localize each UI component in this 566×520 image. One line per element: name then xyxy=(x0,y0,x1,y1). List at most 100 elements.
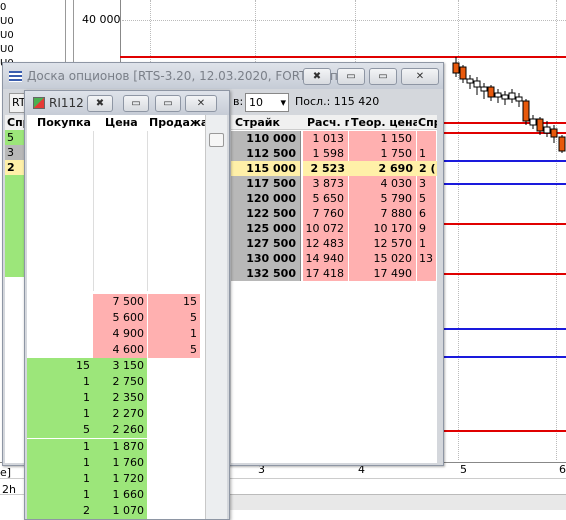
col-calc[interactable]: Расч. п xyxy=(303,115,349,130)
bid-volume: 5 xyxy=(27,422,93,439)
scrollbar-thumb[interactable] xyxy=(209,133,224,147)
strike-cell: 132 500 xyxy=(231,266,301,281)
spread-fill xyxy=(5,175,25,277)
bid-price: 1 070 xyxy=(93,503,147,519)
ticker-item[interactable]: U0 xyxy=(0,16,14,27)
order-book-window[interactable]: RI112 ✖ ▭ ▭ ✕ Покупка Цена Продажа 7 500… xyxy=(24,90,230,520)
ticker-item[interactable]: U0 xyxy=(0,44,14,55)
maximize-button[interactable]: ▭ xyxy=(155,95,181,112)
bid-row[interactable]: 12 270 xyxy=(27,406,205,423)
bid-price: 2 350 xyxy=(93,389,147,406)
level-line-blue xyxy=(440,183,566,185)
bid-price: 2 750 xyxy=(93,373,147,390)
col-theor[interactable]: Теор. цена xyxy=(349,115,417,130)
ask-row[interactable]: 4 900 1 xyxy=(27,325,205,342)
col-divider xyxy=(93,131,94,291)
bid-volume: 2 xyxy=(27,503,93,519)
bid-volume: 1 xyxy=(27,438,93,455)
order-book-scrollbar[interactable] xyxy=(205,115,227,519)
strikes-header: Страйк Расч. п Теор. цена Спр xyxy=(231,115,437,130)
chart-scrollbar[interactable] xyxy=(230,494,566,510)
count-select[interactable]: 10 ▾ xyxy=(245,93,289,112)
ask-price: 5 600 xyxy=(93,309,147,326)
calc-price-cell: 3 873 xyxy=(303,176,349,191)
col-spread[interactable]: Спр xyxy=(417,115,437,130)
strike-row[interactable]: 112 500 1 598 1 750 1 xyxy=(231,146,437,161)
bid-row[interactable]: 15 3 150 xyxy=(27,357,205,374)
spread-cell: 9 xyxy=(417,221,437,236)
theor-price-cell: 1 150 xyxy=(349,131,417,146)
order-book-body[interactable]: 7 500 15 5 600 5 4 900 1 4 600 5 15 3 150 1 2 750 1 2… xyxy=(27,131,205,519)
strike-row[interactable]: 115 000 2 523 2 690 2 ( xyxy=(231,161,437,176)
ask-volume: 15 xyxy=(148,293,200,310)
bid-row[interactable]: 11 760 xyxy=(27,454,205,471)
spread-cell: Спр xyxy=(5,115,31,130)
bid-price: 2 260 xyxy=(93,422,147,439)
minimize-button[interactable]: ▭ xyxy=(337,68,365,85)
spread-cell: 3 xyxy=(417,176,437,191)
bottom-label: e] xyxy=(0,466,12,479)
last-price: Посл.: 115 420 xyxy=(295,95,380,108)
col-sell[interactable]: Продажа xyxy=(147,115,208,131)
level-line-blue xyxy=(440,328,566,330)
spread-cell: 6 xyxy=(417,206,437,221)
strike-row[interactable]: 122 500 7 760 7 880 6 xyxy=(231,206,437,221)
pin-icon[interactable]: ✖ xyxy=(87,95,113,112)
theor-price-cell: 15 020 xyxy=(349,251,417,266)
bid-volume: 1 xyxy=(27,373,93,390)
ask-price: 4 600 xyxy=(93,341,147,358)
spread-cell: 3 xyxy=(5,145,25,160)
order-book-header: Покупка Цена Продажа xyxy=(27,115,208,131)
bid-volume: 1 xyxy=(27,470,93,487)
strike-row[interactable]: 110 000 1 013 1 150 xyxy=(231,131,437,146)
strike-cell: 125 000 xyxy=(231,221,301,236)
ask-row[interactable]: 5 600 5 xyxy=(27,309,205,326)
bid-row[interactable]: 11 870 xyxy=(27,438,205,455)
ticker-item[interactable]: U0 xyxy=(0,30,14,41)
spread-cell: 2 2 xyxy=(5,160,25,189)
bid-row[interactable]: 11 720 xyxy=(27,470,205,487)
ask-row[interactable]: 4 600 5 xyxy=(27,341,205,358)
strike-row[interactable]: 132 500 17 418 17 490 xyxy=(231,266,437,281)
bid-price: 1 660 xyxy=(93,487,147,504)
col-strike[interactable]: Страйк xyxy=(231,115,301,130)
ask-row[interactable]: 7 500 15 xyxy=(27,293,205,310)
x-axis-label: 5 xyxy=(460,463,467,476)
close-button[interactable]: ✕ xyxy=(185,95,217,112)
theor-price-cell: 2 690 xyxy=(349,161,417,176)
bid-row[interactable]: 52 260 xyxy=(27,422,205,439)
maximize-button[interactable]: ▭ xyxy=(369,68,397,85)
spread-cell: 2 ( xyxy=(417,161,437,176)
strike-row[interactable]: 125 000 10 072 10 170 9 xyxy=(231,221,437,236)
bid-price: 1 870 xyxy=(93,438,147,455)
strike-row[interactable]: 130 000 14 940 15 020 13 xyxy=(231,251,437,266)
strike-row[interactable]: 117 500 3 873 4 030 3 xyxy=(231,176,437,191)
bid-row[interactable]: 12 750 xyxy=(27,373,205,390)
x-axis-label: 6 xyxy=(559,463,566,476)
col-buy[interactable]: Покупка xyxy=(27,115,93,131)
spread-cell xyxy=(417,266,437,281)
calc-price-cell: 17 418 xyxy=(303,266,349,281)
pin-icon[interactable]: ✖ xyxy=(303,68,331,85)
grid-line xyxy=(122,20,566,21)
bid-row[interactable]: 11 660 xyxy=(27,487,205,504)
col-price[interactable]: Цена xyxy=(93,115,147,131)
bid-price: 2 270 xyxy=(93,406,147,423)
level-line-blue xyxy=(440,160,566,162)
bid-price: 1 720 xyxy=(93,470,147,487)
bottom-label: 2h xyxy=(2,483,16,496)
col-divider xyxy=(147,131,148,291)
ask-price: 4 900 xyxy=(93,325,147,342)
strike-row[interactable]: 120 000 5 650 5 790 5 xyxy=(231,191,437,206)
close-button[interactable]: ✕ xyxy=(401,68,439,85)
ticker-item[interactable]: 0 xyxy=(0,2,6,13)
bid-row[interactable]: 12 350 xyxy=(27,389,205,406)
strikes-table[interactable]: Страйк Расч. п Теор. цена Спр 110 0001 0… xyxy=(231,115,437,463)
calc-price-cell: 1 013 xyxy=(303,131,349,146)
bid-row[interactable]: 21 070 xyxy=(27,503,205,519)
strike-row[interactable]: 127 500 12 483 12 570 1 xyxy=(231,236,437,251)
spread-cell: 13 xyxy=(417,251,437,266)
strike-cell: 115 000 xyxy=(231,161,301,176)
calc-price-cell: 7 760 xyxy=(303,206,349,221)
minimize-button[interactable]: ▭ xyxy=(123,95,149,112)
